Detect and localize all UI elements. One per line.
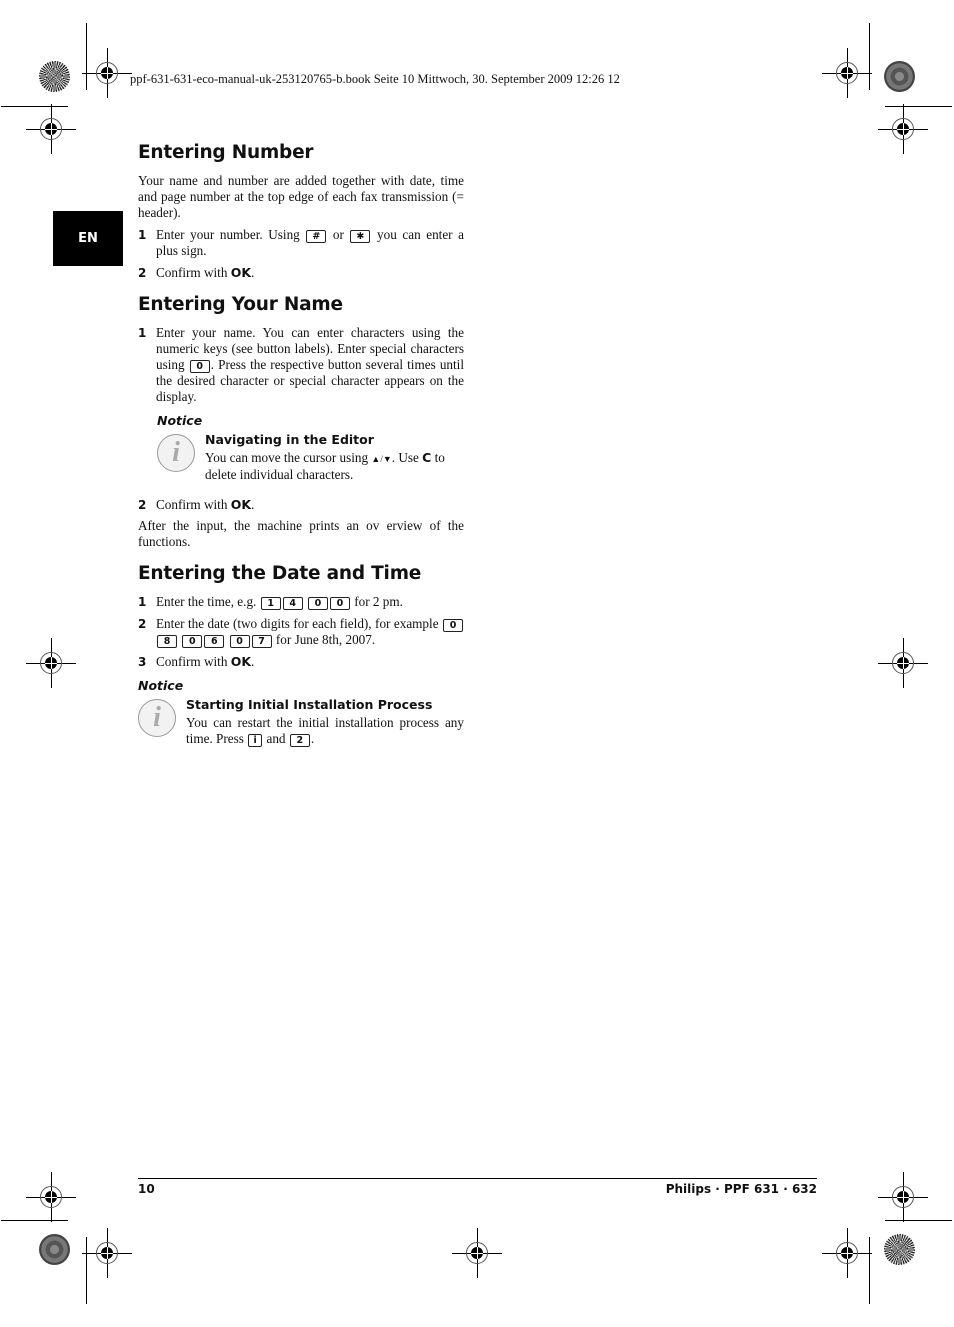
ok-key-label: OK <box>230 265 252 280</box>
info-icon: i <box>157 434 195 472</box>
digit-key-icon: 0 <box>182 635 203 648</box>
text: . <box>310 731 315 746</box>
step-item: 1 Enter your name. You can enter charact… <box>138 325 464 405</box>
text: You can restart the initial installation… <box>186 715 464 746</box>
text: for 2 pm. <box>350 594 403 609</box>
text: or <box>327 227 350 242</box>
text: Confirm with <box>156 497 231 512</box>
ok-key-label: OK <box>230 654 252 669</box>
step-text: Enter your name. You can enter character… <box>156 325 464 405</box>
step-number: 1 <box>138 326 147 340</box>
step-number: 3 <box>138 655 147 669</box>
step-text: Confirm with OK. <box>156 265 464 281</box>
main-content: Entering Number Your name and number are… <box>138 142 464 747</box>
color-target-icon <box>884 1234 915 1265</box>
step-number: 1 <box>138 595 147 609</box>
color-target-icon <box>39 1234 70 1265</box>
notice-title: Starting Initial Installation Process <box>186 697 433 712</box>
text: . Use <box>391 450 423 465</box>
section-entering-number: Entering Number Your name and number are… <box>138 142 464 281</box>
crop-line <box>885 1220 952 1221</box>
section-entering-name: Entering Your Name 1 Enter your name. Yo… <box>138 294 464 550</box>
color-target-icon <box>884 61 915 92</box>
page-number: 10 <box>138 1182 155 1196</box>
crop-line <box>1 106 68 107</box>
info-icon: i <box>138 699 176 737</box>
step-text: Confirm with OK. <box>156 497 464 513</box>
text: Enter your number. Using <box>156 227 306 242</box>
step-item: 1 Enter the time, e.g. 14 00 for 2 pm. <box>138 594 464 610</box>
digit-key-icon: 7 <box>251 635 272 648</box>
info-key-icon: i <box>248 734 263 747</box>
text: . <box>251 497 255 512</box>
digit-key-icon: 6 <box>204 635 225 648</box>
step-text: Confirm with OK. <box>156 654 464 670</box>
notice-title: Navigating in the Editor <box>205 432 374 447</box>
zero-key-icon: 0 <box>189 360 210 373</box>
step-number: 2 <box>138 617 147 631</box>
crop-line <box>885 106 952 107</box>
slug-line: ppf-631-631-eco-manual-uk-253120765-b.bo… <box>130 72 620 86</box>
notice-box: i Navigating in the Editor You can move … <box>157 432 464 483</box>
two-key-icon: 2 <box>289 734 310 747</box>
text: Enter the date (two digits for each fiel… <box>156 616 442 631</box>
footer-product: Philips · PPF 631 · 632 <box>665 1182 817 1196</box>
notice-label: Notice <box>157 413 203 428</box>
section-heading: Entering Your Name <box>138 294 343 315</box>
footer-divider <box>138 1178 817 1179</box>
digit-key-icon: 4 <box>282 597 303 610</box>
crop-line <box>869 23 870 90</box>
step-text: Enter the time, e.g. 14 00 for 2 pm. <box>156 594 464 610</box>
digit-key-icon: 8 <box>157 635 177 648</box>
text: . <box>251 265 255 280</box>
step-item: 2 Enter the date (two digits for each fi… <box>138 616 464 648</box>
text: for June 8th, 2007. <box>272 632 376 647</box>
arrow-keys-icon: ▲/▼ <box>371 454 392 464</box>
digit-key-icon: 0 <box>307 597 328 610</box>
crop-line <box>86 23 87 90</box>
step-text: Enter your number. Using # or ✱ you can … <box>156 227 464 259</box>
crop-line <box>1 1220 68 1221</box>
step-number: 2 <box>138 498 147 512</box>
crop-line <box>86 1237 87 1304</box>
notice-text: You can restart the initial installation… <box>186 715 464 747</box>
ok-key-label: OK <box>230 497 252 512</box>
step-item: 2 Confirm with OK. <box>138 265 464 281</box>
section-heading: Entering the Date and Time <box>138 563 422 584</box>
step-text: Enter the date (two digits for each fiel… <box>156 616 464 648</box>
digit-key-icon: 1 <box>260 597 281 610</box>
step-number: 2 <box>138 266 147 280</box>
star-key-icon: ✱ <box>350 230 371 243</box>
text: Enter the time, e.g. <box>156 594 260 609</box>
step-number: 1 <box>138 228 147 242</box>
hash-key-icon: # <box>306 230 327 243</box>
section-heading: Entering Number <box>138 142 314 163</box>
notice-box: i Starting Initial Installation Process … <box>138 697 464 747</box>
crop-line <box>869 1237 870 1304</box>
digit-key-icon: 0 <box>443 619 463 632</box>
notice-label: Notice <box>138 678 184 693</box>
intro-paragraph: Your name and number are added together … <box>138 173 464 220</box>
text: . <box>251 654 255 669</box>
language-tab: EN <box>53 211 123 266</box>
step-item: 2 Confirm with OK. <box>138 497 464 513</box>
text: You can move the cursor using <box>205 450 372 465</box>
digit-key-icon: 0 <box>229 635 250 648</box>
text: and <box>263 731 289 746</box>
section-entering-date-time: Entering the Date and Time 1 Enter the t… <box>138 563 464 747</box>
text: Confirm with <box>156 654 231 669</box>
notice-text: You can move the cursor using ▲/▼. Use C… <box>205 450 464 483</box>
digit-key-icon: 0 <box>329 597 350 610</box>
step-item: 3 Confirm with OK. <box>138 654 464 670</box>
c-key-label: C <box>422 450 432 465</box>
text: Confirm with <box>156 265 231 280</box>
color-target-icon <box>39 61 70 92</box>
after-paragraph: After the input, the machine prints an o… <box>138 518 464 549</box>
step-item: 1 Enter your number. Using # or ✱ you ca… <box>138 227 464 259</box>
